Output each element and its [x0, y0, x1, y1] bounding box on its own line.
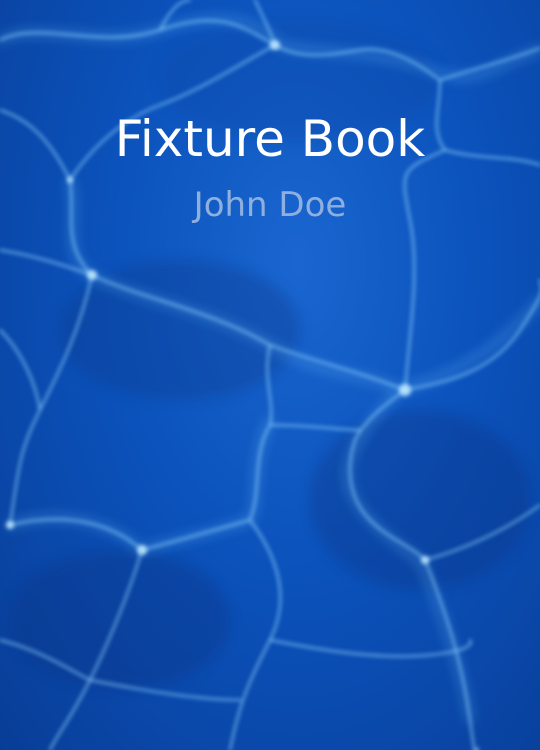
- book-cover: Fixture Book John Doe: [0, 0, 540, 750]
- book-author: John Doe: [193, 185, 347, 225]
- book-title: Fixture Book: [114, 110, 426, 168]
